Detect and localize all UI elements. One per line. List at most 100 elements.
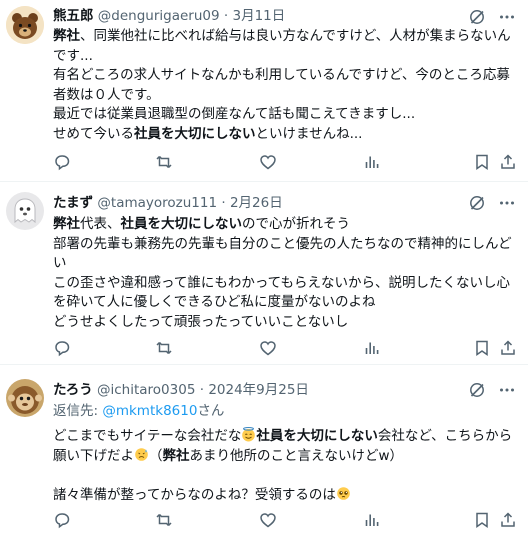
ghost-avatar-icon (6, 192, 44, 230)
avatar[interactable] (6, 379, 44, 417)
brown-bear-avatar-icon (6, 6, 44, 44)
handle[interactable]: @tamayorozu111 (97, 195, 217, 211)
grok-icon[interactable] (468, 381, 486, 399)
text-segment: 部署の先輩も兼務先の先輩も自分のこと優先の人たちなので精神的にしんど (53, 235, 512, 252)
like-icon[interactable] (259, 511, 277, 529)
views-icon[interactable] (363, 511, 381, 529)
text-segment: どこまでもサイテーな会社だな (53, 428, 242, 444)
text-line: い (53, 254, 518, 274)
text-line: 諸々準備が整ってからなのよね？受領するのは (53, 486, 518, 506)
reply-icon[interactable] (53, 153, 71, 171)
text-segment: どうせよくしたって頑張ったっていいことないし (53, 313, 349, 330)
text-segment: 諸々準備が整ってからなのよね？受領するのは (53, 486, 336, 503)
handle[interactable]: @dengurigaeru09 (98, 8, 220, 24)
bookmark-icon[interactable] (473, 153, 491, 171)
text-segment: 会社など、こちらから (377, 428, 513, 444)
text-line: を砕いて人に優しくできるひど私に度量がないのよね (53, 293, 518, 313)
post-header: たろう @ichitaro0305 · 2024年9月25日 (53, 381, 309, 399)
separator: · (223, 8, 229, 24)
like-icon[interactable] (259, 339, 277, 357)
more-icon[interactable] (498, 381, 516, 399)
avatar[interactable] (6, 6, 44, 44)
repost-icon[interactable] (155, 153, 173, 171)
post-text: 弊社代表、社員を大切にしないので心が折れそう 部署の先輩も兼務先の先輩も自分のこと… (53, 215, 518, 332)
bookmark-icon[interactable] (473, 511, 491, 529)
text-segment: です... (53, 47, 93, 64)
more-icon[interactable] (498, 8, 516, 26)
like-icon[interactable] (259, 153, 277, 171)
text-line: 弊社代表、社員を大切にしないので心が折れそう (53, 215, 518, 235)
text-line (53, 466, 518, 486)
separator: · (199, 382, 205, 398)
halo-smile-emoji-icon (241, 427, 256, 442)
post-date[interactable]: 2月26日 (230, 195, 283, 211)
post-2[interactable]: たまず @tamayorozu111 · 2月26日 弊社代表、社員を大切にしな… (0, 182, 528, 365)
post-3[interactable]: たろう @ichitaro0305 · 2024年9月25日 返信先: @mkm… (0, 365, 528, 536)
text-segment: 代表、 (80, 216, 121, 232)
reply-icon[interactable] (53, 339, 71, 357)
reply-suffix: さん (197, 403, 225, 419)
monkey-avatar-icon (6, 379, 44, 417)
grok-icon[interactable] (468, 194, 486, 212)
bookmark-icon[interactable] (473, 339, 491, 357)
text-segment: あまり他所のこと言えないけどw） (189, 447, 404, 464)
post-header: たまず @tamayorozu111 · 2月26日 (53, 194, 283, 212)
more-icon[interactable] (498, 194, 516, 212)
text-segment: い (53, 255, 67, 271)
reply-handle-link[interactable]: @mkmtk8610 (102, 403, 197, 419)
text-segment: （ (149, 447, 163, 464)
text-line: 願い下げだよ （弊社あまり他所のこと言えないけどw） (53, 447, 518, 467)
post-date[interactable]: 2024年9月25日 (208, 382, 309, 398)
post-1[interactable]: 熊五郎 @dengurigaeru09 · 3月11日 弊社、同業他社に比べれば… (0, 0, 528, 182)
reply-context: 返信先: @mkmtk8610さん (53, 402, 224, 420)
text-line: 部署の先輩も兼務先の先輩も自分のこと優先の人たちなので精神的にしんど (53, 235, 518, 255)
post-text: どこまでもサイテーな会社だな 社員を大切にしない会社など、こちらから 願い下げだよ （… (53, 427, 518, 505)
display-name[interactable]: たろう (53, 382, 93, 398)
text-line: この歪さや違和感って誰にもわかってもらえないから、説明したくないし心 (53, 274, 518, 294)
text-line: せめて今いる社員を大切にしないといけませんね... (53, 125, 518, 145)
pleading-face-emoji-icon (336, 486, 351, 501)
grok-icon[interactable] (468, 8, 486, 26)
post-date[interactable]: 3月11日 (232, 8, 285, 24)
sweat-face-emoji-icon (134, 447, 149, 462)
highlight-keyword: 社員を大切にしない (256, 428, 378, 444)
text-segment: 願い下げだよ (53, 447, 134, 464)
reply-label: 返信先: (53, 403, 103, 419)
text-segment: 最近では従業員退職型の倒産なんて話も聞こえてきますし... (53, 106, 416, 122)
text-line: どこまでもサイテーな会社だな 社員を大切にしない会社など、こちらから (53, 427, 518, 447)
handle[interactable]: @ichitaro0305 (97, 382, 195, 398)
share-icon[interactable] (499, 153, 517, 171)
text-line: どうせよくしたって頑張ったっていいことないし (53, 313, 518, 333)
highlight-keyword: 社員を大切にしない (120, 216, 243, 232)
highlight-keyword: 弊社 (53, 28, 80, 44)
post-text: 弊社、同業他社に比べれば給与は良い方なんですけど、人材が集まらないん です... 有… (53, 27, 518, 144)
text-segment: 者数は０人です。 (53, 86, 160, 103)
action-bar (53, 511, 516, 531)
display-name[interactable]: 熊五郎 (53, 8, 94, 24)
text-line: 有名どころの求人サイトなんかも利用しているんですけど、今のところ応募 (53, 66, 518, 86)
text-segment: といけませんね... (255, 125, 363, 142)
text-line: 最近では従業員退職型の倒産なんて話も聞こえてきますし... (53, 105, 518, 125)
action-bar (53, 153, 516, 173)
display-name[interactable]: たまず (53, 195, 93, 211)
reply-icon[interactable] (53, 511, 71, 529)
repost-icon[interactable] (155, 511, 173, 529)
text-segment: この歪さや違和感って誰にもわかってもらえないから、説明したくないし心 (53, 274, 510, 291)
views-icon[interactable] (363, 339, 381, 357)
text-segment: を砕いて人に優しくできるひど私に度量がないのよね (53, 294, 376, 310)
views-icon[interactable] (363, 153, 381, 171)
share-icon[interactable] (499, 511, 517, 529)
text-line: 弊社、同業他社に比べれば給与は良い方なんですけど、人材が集まらないん (53, 27, 518, 47)
highlight-keyword: 社員を大切にしない (134, 125, 256, 142)
highlight-keyword: 弊社 (162, 447, 190, 464)
repost-icon[interactable] (155, 339, 173, 357)
text-segment: ので心が折れそう (242, 216, 350, 232)
share-icon[interactable] (499, 339, 517, 357)
text-line: 者数は０人です。 (53, 86, 518, 106)
post-header: 熊五郎 @dengurigaeru09 · 3月11日 (53, 7, 285, 25)
text-segment: 有名どころの求人サイトなんかも利用しているんですけど、今のところ応募 (53, 67, 510, 83)
avatar[interactable] (6, 192, 44, 230)
text-line: です... (53, 47, 518, 67)
text-segment: せめて今いる (53, 125, 134, 142)
action-bar (53, 339, 516, 359)
